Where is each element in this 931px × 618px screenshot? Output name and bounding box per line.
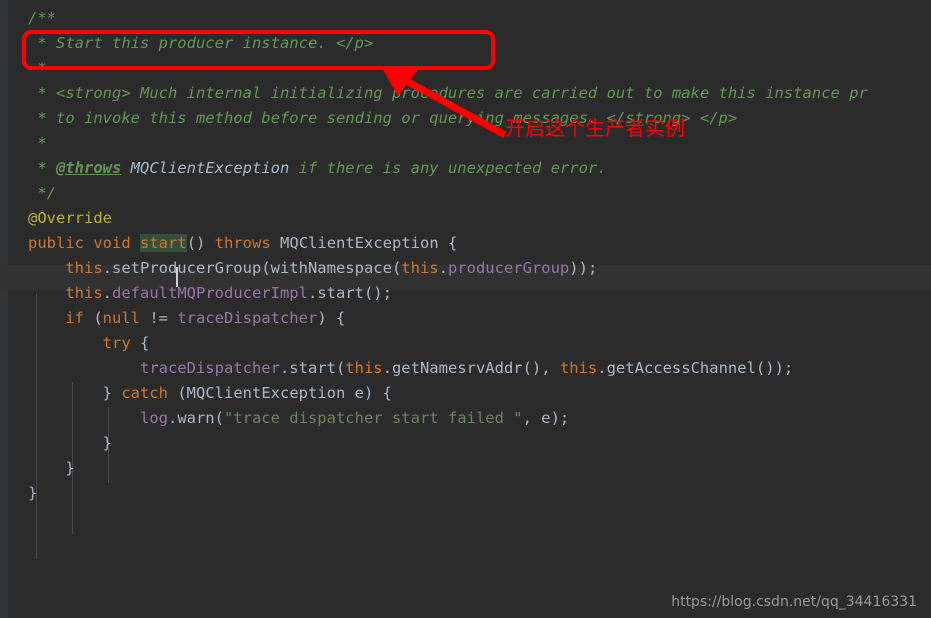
code-token: . [438, 259, 448, 277]
code-token: producerGroup [447, 259, 570, 277]
code-token: this [345, 359, 383, 377]
code-line[interactable]: try { [28, 331, 150, 356]
code-line[interactable]: } [28, 456, 75, 481]
code-token: .getAccessChannel()); [597, 359, 794, 377]
code-token: this [559, 359, 598, 377]
code-line[interactable]: } [28, 481, 37, 506]
code-token: )); [569, 259, 598, 277]
code-token: defaultMQProducerImpl [112, 284, 308, 302]
code-token: catch [121, 384, 168, 402]
code-line[interactable]: traceDispatcher.start(this.getNamesrvAdd… [28, 356, 793, 381]
code-token: * <strong> Much internal initializing pr… [28, 84, 868, 102]
code-line[interactable]: * [28, 131, 47, 156]
code-token: } [102, 384, 122, 402]
code-token: .getNamesrvAddr(), [382, 359, 560, 377]
annotation-text: 开启这个生产者实例 [505, 116, 685, 140]
code-token: traceDispatcher [177, 309, 318, 327]
code-token: @Override [28, 209, 112, 227]
code-token: if [65, 309, 84, 327]
code-token: * [28, 134, 47, 152]
code-line[interactable]: public void start() throws MQClientExcep… [28, 231, 457, 256]
code-token: .setProducerGroup(withNamespace( [102, 259, 402, 277]
code-token: if there is any unexpected error. [289, 159, 607, 177]
code-line[interactable]: */ [28, 181, 56, 206]
code-line[interactable]: this.setProducerGroup(withNamespace(this… [28, 256, 597, 281]
code-token: * [28, 159, 56, 177]
code-token: (MQClientException e) { [168, 384, 392, 402]
code-token: MQClientException [130, 159, 290, 177]
code-token: { [438, 234, 458, 252]
code-token: null [102, 309, 140, 327]
code-token: try [102, 334, 131, 352]
code-line[interactable]: * @throws MQClientException if there is … [28, 156, 607, 181]
code-token: } [65, 459, 75, 477]
code-token: .start( [279, 359, 346, 377]
code-line[interactable]: } [28, 431, 112, 456]
code-token: MQClientException [280, 234, 439, 252]
code-line[interactable]: @Override [28, 206, 112, 231]
code-token: { [130, 334, 150, 352]
code-editor-screenshot: /** * Start this producer instance. </p>… [0, 0, 931, 618]
code-token: this [401, 259, 439, 277]
code-token: @throws [56, 159, 122, 177]
code-token: , e); [522, 409, 570, 427]
code-token: public [28, 234, 84, 252]
code-token: . [102, 284, 112, 302]
code-line[interactable]: } catch (MQClientException e) { [28, 381, 392, 406]
code-token: this [65, 259, 103, 277]
text-caret [176, 267, 178, 287]
code-token: throws [214, 234, 271, 252]
watermark-url: https://blog.csdn.net/qq_34416331 [671, 594, 917, 610]
code-token: start [140, 234, 187, 252]
code-token: /** [28, 9, 56, 27]
code-token: traceDispatcher [139, 359, 280, 377]
code-token: "trace dispatcher start failed " [223, 409, 523, 427]
code-line[interactable]: * <strong> Much internal initializing pr… [28, 81, 868, 106]
code-token: } [102, 434, 112, 452]
code-token: () [186, 234, 215, 252]
code-token: != [140, 309, 178, 327]
code-token: log [139, 409, 168, 427]
code-token: .warn( [167, 409, 224, 427]
code-token: } [28, 484, 38, 502]
code-line[interactable]: if (null != traceDispatcher) { [28, 306, 345, 331]
code-token: */ [28, 184, 56, 202]
code-line[interactable]: this.defaultMQProducerImpl.start(); [28, 281, 392, 306]
code-token: this [65, 284, 103, 302]
code-line[interactable]: log.warn("trace dispatcher start failed … [28, 406, 569, 431]
code-token: .start(); [307, 284, 392, 302]
code-token: ) { [317, 309, 346, 327]
code-token: void [93, 234, 131, 252]
code-line[interactable]: /** [28, 6, 56, 31]
code-text-layer[interactable]: /** * Start this producer instance. </p>… [0, 0, 931, 618]
code-token: ( [84, 309, 103, 327]
annotation-highlight-box [22, 30, 495, 70]
